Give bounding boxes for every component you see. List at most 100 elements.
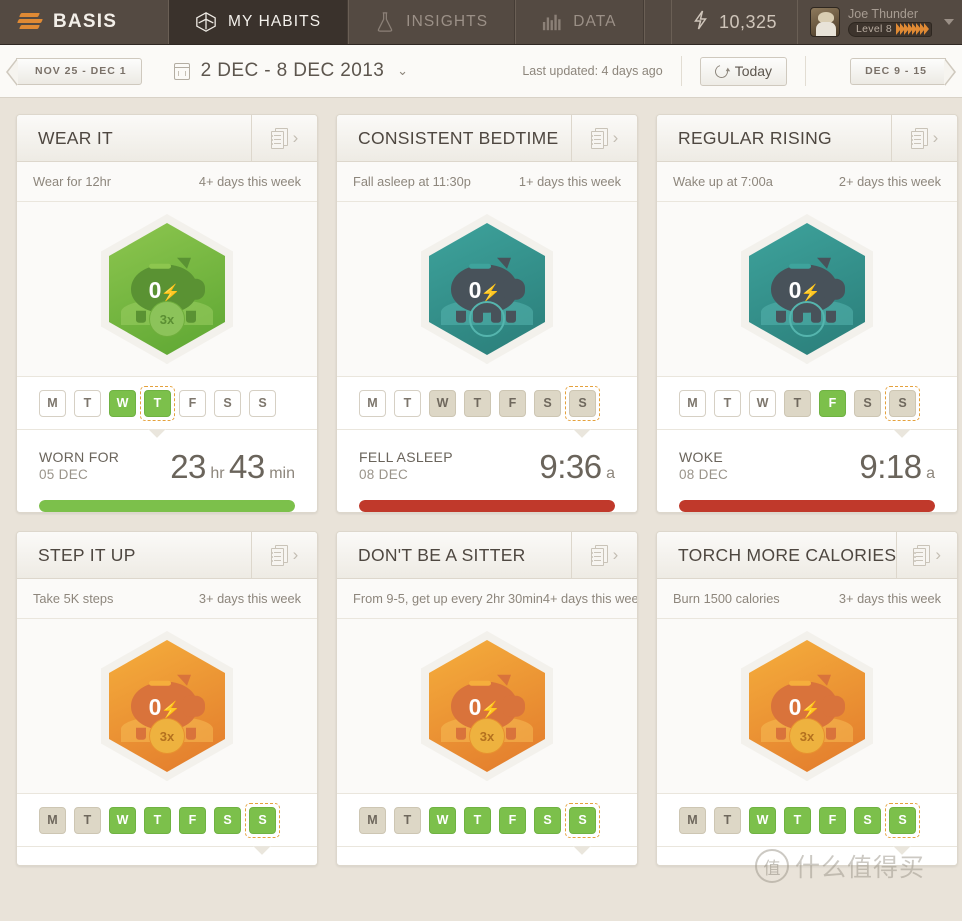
day-pill-5[interactable]: S xyxy=(854,389,881,417)
stat-row: FELL ASLEEP 08 DEC 9:36 a xyxy=(359,448,615,486)
card-stats xyxy=(657,846,957,865)
brand-logo[interactable]: BASIS xyxy=(0,0,168,44)
day-pill-5[interactable]: S xyxy=(854,806,881,834)
day-pill-5[interactable]: S xyxy=(534,389,561,417)
day-pill-2[interactable]: W xyxy=(109,806,136,834)
badge-multiplier: 3x xyxy=(469,718,505,754)
card-detail-button[interactable]: › xyxy=(896,532,957,578)
day-pill-0[interactable]: M xyxy=(359,389,386,417)
chevron-right-icon: › xyxy=(932,128,939,147)
divider xyxy=(680,56,682,86)
progress-fill xyxy=(39,500,295,512)
badge-area: 0⚡ xyxy=(657,202,957,377)
card-detail-button[interactable]: › xyxy=(571,115,637,161)
day-pill-6[interactable]: S xyxy=(565,385,600,421)
tab-data[interactable]: DATA xyxy=(515,0,644,44)
stat-date: 05 DEC xyxy=(39,467,89,482)
card-subtitle-row: Wake up at 7:00a 2+ days this week xyxy=(657,162,957,202)
selected-day-notch xyxy=(253,846,271,855)
day-pill-4[interactable]: F xyxy=(499,806,526,834)
day-pill-6[interactable]: S xyxy=(885,802,920,838)
date-range-selector[interactable]: 2 DEC - 8 DEC 2013 ⌄ xyxy=(173,60,408,82)
habit-badge[interactable]: 0⚡ xyxy=(741,214,873,364)
card-detail-button[interactable]: › xyxy=(891,115,957,161)
day-pill-3[interactable]: T xyxy=(464,806,491,834)
card-title: TORCH MORE CALORIES xyxy=(678,544,897,565)
day-pill-4[interactable]: F xyxy=(179,389,206,417)
stat-number-0: 9:18 xyxy=(859,448,922,485)
badge-area: 0⚡ 3x xyxy=(17,202,317,377)
user-menu[interactable]: Joe Thunder Level 8 xyxy=(797,0,962,44)
day-pill-0[interactable]: M xyxy=(679,806,706,834)
day-pill-2[interactable]: W xyxy=(429,389,456,417)
day-pill-1[interactable]: T xyxy=(74,389,101,417)
card-detail-button[interactable]: › xyxy=(251,532,317,578)
tab-insights-label: INSIGHTS xyxy=(406,13,489,30)
day-pill-4[interactable]: F xyxy=(179,806,206,834)
day-pill-5[interactable]: S xyxy=(214,389,241,417)
day-pill-3[interactable]: T xyxy=(464,389,491,417)
points-display[interactable]: 10,325 xyxy=(670,0,797,44)
card-title: WEAR IT xyxy=(38,127,114,148)
bar-chart-icon xyxy=(542,12,562,32)
tab-insights[interactable]: INSIGHTS xyxy=(348,0,516,44)
day-pill-4[interactable]: F xyxy=(499,389,526,417)
day-pill-6[interactable]: S xyxy=(565,802,600,838)
list-icon xyxy=(590,544,608,566)
habit-badge[interactable]: 0⚡ xyxy=(421,214,553,364)
badge-area: 0⚡ xyxy=(337,202,637,377)
habit-badge[interactable]: 0⚡ 3x xyxy=(741,631,873,781)
avatar xyxy=(810,7,841,37)
stat-label: FELL ASLEEP xyxy=(359,449,453,465)
chevron-down-icon[interactable] xyxy=(944,19,954,25)
previous-week-button[interactable]: NOV 25 - DEC 1 xyxy=(6,57,142,86)
day-pill-0[interactable]: M xyxy=(359,806,386,834)
chevron-right-icon: › xyxy=(612,545,619,564)
badge-multiplier: 3x xyxy=(789,718,825,754)
habit-badge[interactable]: 0⚡ 3x xyxy=(101,214,233,364)
stat-label: WORN FOR xyxy=(39,449,120,465)
card-detail-button[interactable]: › xyxy=(571,532,637,578)
day-pill-0[interactable]: M xyxy=(39,389,66,417)
day-pill-6[interactable]: S xyxy=(885,385,920,421)
divider xyxy=(805,56,807,86)
habit-card: STEP IT UP › Take 5K steps 3+ days this … xyxy=(16,531,318,866)
tab-my-habits[interactable]: MY HABITS xyxy=(168,0,349,44)
day-pill-1[interactable]: T xyxy=(394,389,421,417)
day-pill-1[interactable]: T xyxy=(714,389,741,417)
day-pill-1[interactable]: T xyxy=(74,806,101,834)
progress-fill xyxy=(359,500,615,512)
next-week-button[interactable]: DEC 9 - 15 xyxy=(850,57,956,86)
day-pill-6[interactable]: S xyxy=(249,389,276,417)
day-pill-3[interactable]: T xyxy=(140,385,175,421)
habit-badge[interactable]: 0⚡ 3x xyxy=(421,631,553,781)
day-pill-5[interactable]: S xyxy=(214,806,241,834)
day-pill-3[interactable]: T xyxy=(784,389,811,417)
points-value: 10,325 xyxy=(718,11,778,32)
badge-multiplier-empty xyxy=(789,301,825,337)
card-detail-button[interactable]: › xyxy=(251,115,317,161)
day-pill-2[interactable]: W xyxy=(429,806,456,834)
habit-card: REGULAR RISING › Wake up at 7:00a 2+ day… xyxy=(656,114,958,513)
day-pill-2[interactable]: W xyxy=(749,389,776,417)
day-pill-4[interactable]: F xyxy=(819,389,846,417)
day-pill-0[interactable]: M xyxy=(39,806,66,834)
card-title: DON'T BE A SITTER xyxy=(358,544,526,565)
nav-spacer xyxy=(643,0,671,44)
card-frequency: 1+ days this week xyxy=(518,174,621,189)
selected-day-notch xyxy=(893,429,911,438)
day-pill-5[interactable]: S xyxy=(534,806,561,834)
stat-value: 9:18 a xyxy=(859,448,935,486)
day-pill-3[interactable]: T xyxy=(784,806,811,834)
day-pill-4[interactable]: F xyxy=(819,806,846,834)
habit-badge[interactable]: 0⚡ 3x xyxy=(101,631,233,781)
day-pill-1[interactable]: T xyxy=(394,806,421,834)
day-pill-6[interactable]: S xyxy=(245,802,280,838)
day-pill-1[interactable]: T xyxy=(714,806,741,834)
day-pill-2[interactable]: W xyxy=(749,806,776,834)
day-pill-0[interactable]: M xyxy=(679,389,706,417)
habit-card: DON'T BE A SITTER › From 9-5, get up eve… xyxy=(336,531,638,866)
today-button[interactable]: Today xyxy=(699,56,788,86)
day-pill-3[interactable]: T xyxy=(144,806,171,834)
day-pill-2[interactable]: W xyxy=(109,389,136,417)
